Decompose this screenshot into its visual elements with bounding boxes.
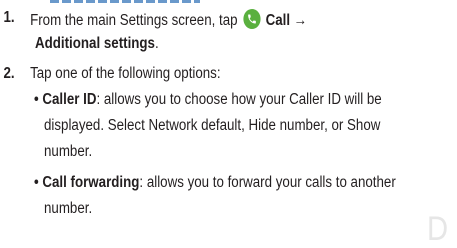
- additional-settings-label: Additional settings: [35, 35, 155, 52]
- option-caller-id-title: Caller ID: [42, 91, 97, 108]
- option-caller-id-line-1: • Caller ID: allows you to choose how yo…: [34, 91, 382, 109]
- option-call-forwarding-title: Call forwarding: [42, 174, 140, 191]
- option-call-forwarding-line-1: • Call forwarding: allows you to forward…: [34, 174, 396, 192]
- corner-watermark-glyph: D: [427, 210, 449, 248]
- option-caller-id-desc-1: : allows you to choose how your Caller I…: [96, 91, 382, 108]
- page-top-sliver: [50, 0, 200, 3]
- step-1-text: From the main Settings screen, tap Call …: [30, 9, 307, 30]
- option-caller-id-line-3: number.: [44, 143, 93, 160]
- bullet-icon: •: [34, 174, 39, 191]
- option-call-forwarding-line-2: number.: [44, 200, 93, 217]
- step-1-number: 1.: [3, 9, 15, 26]
- step-2-number: 2.: [3, 65, 15, 82]
- option-call-forwarding-desc-1: : allows you to forward your calls to an…: [139, 174, 396, 191]
- call-label: Call: [265, 12, 291, 29]
- step-1-period: .: [154, 35, 159, 52]
- bullet-icon: •: [34, 91, 39, 108]
- option-caller-id-line-2: displayed. Select Network default, Hide …: [44, 117, 381, 134]
- phone-handset-icon: [242, 9, 261, 29]
- step-1-line-2: Additional settings.: [35, 35, 159, 53]
- step-2-text: Tap one of the following options:: [30, 65, 221, 82]
- step-1-prefix: From the main Settings screen, tap: [30, 12, 242, 29]
- arrow-icon: →: [293, 12, 308, 29]
